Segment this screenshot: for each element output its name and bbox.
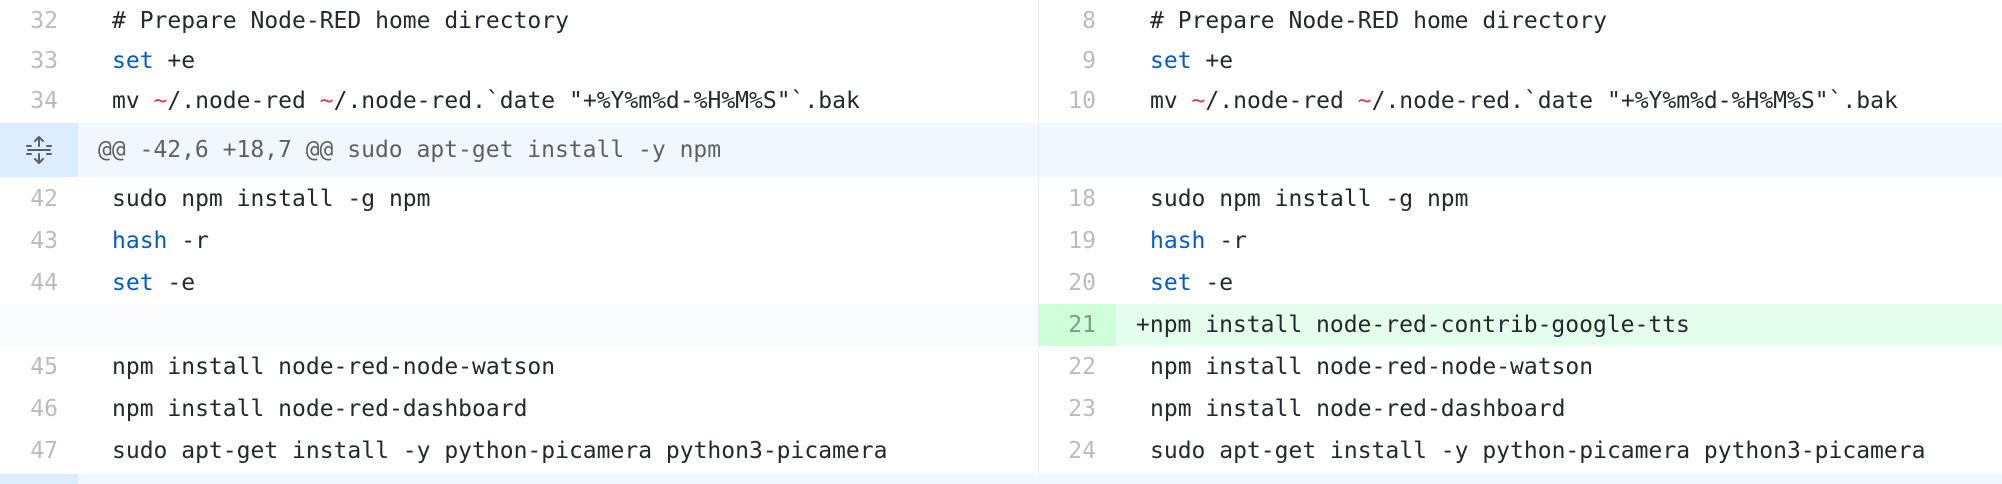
left-line: 42 sudo npm install -g npm xyxy=(0,178,1038,220)
left-line-number[interactable]: 44 xyxy=(0,262,78,304)
right-line-number[interactable]: 10 xyxy=(1038,80,1116,122)
tilde: ~ xyxy=(1191,88,1206,114)
right-line: 20 set -e xyxy=(1038,262,2002,304)
right-line-number[interactable]: 22 xyxy=(1038,346,1116,388)
left-line-number[interactable]: 47 xyxy=(0,430,78,472)
right-line: 10 mv ~/.node-red ~/.node-red.`date "+%Y… xyxy=(1038,80,2002,122)
right-line-number[interactable]: 9 xyxy=(1038,40,1116,82)
right-line: 22 npm install node-red-node-watson xyxy=(1038,346,2002,388)
diff-row: 33 set +e 9 set +e xyxy=(0,40,2002,82)
diff-row: 32 # Prepare Node-RED home directory 8 #… xyxy=(0,0,2002,42)
left-code: set +e xyxy=(78,40,195,82)
left-line-number[interactable]: 34 xyxy=(0,80,78,122)
tilde: ~ xyxy=(319,88,334,114)
left-line-number[interactable]: 33 xyxy=(0,40,78,82)
keyword: set xyxy=(1150,48,1192,74)
diff-row: 44 set -e 20 set -e xyxy=(0,262,2002,304)
right-code: set +e xyxy=(1116,40,1233,82)
code-text: /.node-red xyxy=(1205,88,1358,114)
diff-row: 46 npm install node-red-dashboard 23 npm… xyxy=(0,388,2002,430)
code-text: /.node-red.`date "+%Y%m%d-%H%M%S"`.bak xyxy=(333,88,860,114)
right-line-number[interactable]: 24 xyxy=(1038,430,1116,472)
code-text: /.node-red.`date "+%Y%m%d-%H%M%S"`.bak xyxy=(1371,88,1898,114)
left-line-number[interactable]: 46 xyxy=(0,388,78,430)
hunk-header: @@ -42,6 +18,7 @@ sudo apt-get install -… xyxy=(0,123,2002,177)
right-code: sudo apt-get install -y python-picamera … xyxy=(1150,438,1926,464)
left-line-number[interactable]: 42 xyxy=(0,178,78,220)
left-code: set -e xyxy=(78,262,195,304)
keyword: hash xyxy=(112,228,168,254)
left-code: # Prepare Node-RED home directory xyxy=(112,8,569,34)
left-line: 46 npm install node-red-dashboard xyxy=(0,388,1038,430)
right-line: 18 sudo npm install -g npm xyxy=(1038,178,2002,220)
tilde: ~ xyxy=(153,88,168,114)
diff-row-added: 21 +npm install node-red-contrib-google-… xyxy=(0,304,2002,346)
right-line-number[interactable]: 20 xyxy=(1038,262,1116,304)
right-line: 23 npm install node-red-dashboard xyxy=(1038,388,2002,430)
right-code: npm install node-red-node-watson xyxy=(1150,354,1594,380)
hunk-range: @@ -42,6 +18,7 @@ sudo apt-get install -… xyxy=(98,137,722,163)
keyword: set xyxy=(112,270,154,296)
right-code: sudo npm install -g npm xyxy=(1150,186,1469,212)
diff-row: 43 hash -r 19 hash -r xyxy=(0,220,2002,262)
left-line: 34 mv ~/.node-red ~/.node-red.`date "+%Y… xyxy=(0,80,1038,122)
right-code: mv ~/.node-red ~/.node-red.`date "+%Y%m%… xyxy=(1116,80,1898,122)
right-code: # Prepare Node-RED home directory xyxy=(1150,8,1607,34)
left-line: 44 set -e xyxy=(0,262,1038,304)
right-line-number[interactable]: 18 xyxy=(1038,178,1116,220)
code-text: -e xyxy=(153,270,196,296)
expand-button[interactable] xyxy=(0,123,78,177)
right-line: 9 set +e xyxy=(1038,40,2002,82)
diff-row: 42 sudo npm install -g npm 18 sudo npm i… xyxy=(0,178,2002,220)
right-line-number[interactable]: 21 xyxy=(1038,304,1116,346)
hunk-header-next xyxy=(0,474,2002,484)
code-text: -e xyxy=(1191,270,1234,296)
left-line-number[interactable]: 32 xyxy=(0,0,78,42)
left-code: sudo npm install -g npm xyxy=(112,186,431,212)
left-empty-line xyxy=(0,304,1038,346)
left-code: sudo apt-get install -y python-picamera … xyxy=(112,438,888,464)
right-line-number[interactable]: 23 xyxy=(1038,388,1116,430)
left-line: 45 npm install node-red-node-watson xyxy=(0,346,1038,388)
right-line: 19 hash -r xyxy=(1038,220,2002,262)
keyword: hash xyxy=(1150,228,1206,254)
diff-row: 45 npm install node-red-node-watson 22 n… xyxy=(0,346,2002,388)
diff-row: 34 mv ~/.node-red ~/.node-red.`date "+%Y… xyxy=(0,80,2002,122)
right-line-number[interactable]: 19 xyxy=(1038,220,1116,262)
left-line-number[interactable]: 45 xyxy=(0,346,78,388)
left-code: npm install node-red-dashboard xyxy=(112,396,528,422)
keyword: set xyxy=(1150,270,1192,296)
expand-button-next[interactable] xyxy=(0,474,78,484)
right-code: npm install node-red-dashboard xyxy=(1150,396,1566,422)
left-line-number[interactable]: 43 xyxy=(0,220,78,262)
left-line: 47 sudo apt-get install -y python-picame… xyxy=(0,430,1038,472)
right-line-number[interactable]: 8 xyxy=(1038,0,1116,42)
left-code: npm install node-red-node-watson xyxy=(112,354,556,380)
code-text: /.node-red xyxy=(167,88,320,114)
unfold-icon xyxy=(26,136,52,164)
left-line: 43 hash -r xyxy=(0,220,1038,262)
code-text: mv xyxy=(112,88,154,114)
split-diff-view: 32 # Prepare Node-RED home directory 8 #… xyxy=(0,0,2002,484)
right-line-added: 21 +npm install node-red-contrib-google-… xyxy=(1038,304,2002,346)
code-text: -r xyxy=(1205,228,1247,254)
diff-row: 47 sudo apt-get install -y python-picame… xyxy=(0,430,2002,472)
right-line: 24 sudo apt-get install -y python-picame… xyxy=(1038,430,2002,472)
right-code: set -e xyxy=(1116,262,1233,304)
right-line: 8 # Prepare Node-RED home directory xyxy=(1038,0,2002,42)
keyword: set xyxy=(112,48,154,74)
added-code: +npm install node-red-contrib-google-tts xyxy=(1116,304,2002,346)
left-line: 32 # Prepare Node-RED home directory xyxy=(0,0,1038,42)
left-code: mv ~/.node-red ~/.node-red.`date "+%Y%m%… xyxy=(78,80,860,122)
split-divider xyxy=(1038,0,1039,484)
left-line: 33 set +e xyxy=(0,40,1038,82)
code-text: -r xyxy=(167,228,209,254)
tilde: ~ xyxy=(1357,88,1372,114)
right-code: hash -r xyxy=(1116,220,1247,262)
code-text: mv xyxy=(1150,88,1192,114)
code-text: +e xyxy=(1191,48,1234,74)
left-code: hash -r xyxy=(78,220,209,262)
code-text: +e xyxy=(153,48,196,74)
